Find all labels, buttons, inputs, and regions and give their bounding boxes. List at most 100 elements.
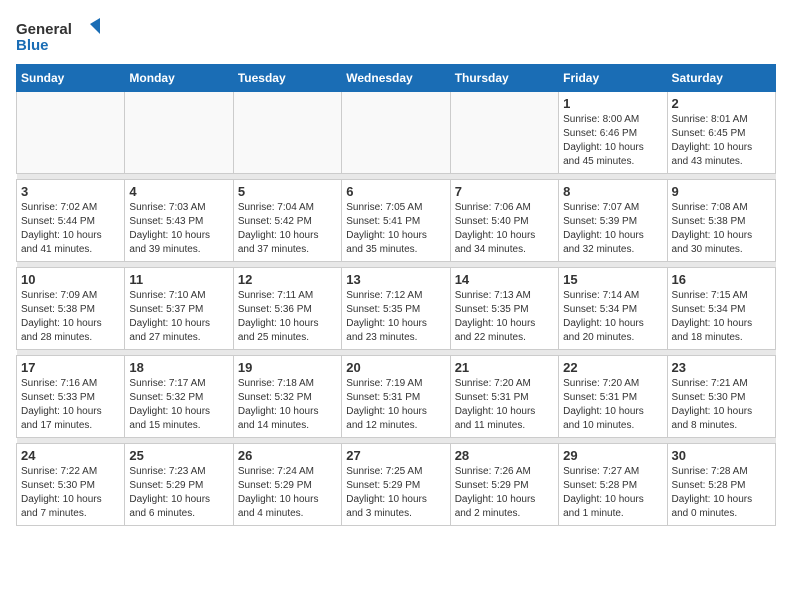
- day-number: 17: [21, 360, 120, 375]
- calendar-day-cell: 4 Sunrise: 7:03 AM Sunset: 5:43 PM Daylig…: [125, 180, 233, 262]
- calendar-day-cell: 2 Sunrise: 8:01 AM Sunset: 6:45 PM Daylig…: [667, 92, 775, 174]
- calendar-day-cell: 29 Sunrise: 7:27 AM Sunset: 5:28 PM Dayli…: [559, 444, 667, 526]
- day-number: 26: [238, 448, 337, 463]
- day-detail: Sunrise: 7:05 AM Sunset: 5:41 PM Dayligh…: [346, 201, 445, 257]
- calendar-day-cell: [450, 92, 558, 174]
- calendar-day-cell: 18 Sunrise: 7:17 AM Sunset: 5:32 PM Dayli…: [125, 356, 233, 438]
- day-number: 3: [21, 184, 120, 199]
- day-detail: Sunrise: 7:13 AM Sunset: 5:35 PM Dayligh…: [455, 289, 554, 345]
- day-detail: Sunrise: 8:00 AM Sunset: 6:46 PM Dayligh…: [563, 113, 662, 169]
- weekday-header: Monday: [125, 65, 233, 92]
- day-number: 6: [346, 184, 445, 199]
- calendar-week-row: 24 Sunrise: 7:22 AM Sunset: 5:30 PM Dayli…: [17, 444, 776, 526]
- day-detail: Sunrise: 7:08 AM Sunset: 5:38 PM Dayligh…: [672, 201, 771, 257]
- calendar-day-cell: 7 Sunrise: 7:06 AM Sunset: 5:40 PM Daylig…: [450, 180, 558, 262]
- calendar-week-row: 3 Sunrise: 7:02 AM Sunset: 5:44 PM Daylig…: [17, 180, 776, 262]
- weekday-header: Thursday: [450, 65, 558, 92]
- day-detail: Sunrise: 7:28 AM Sunset: 5:28 PM Dayligh…: [672, 465, 771, 521]
- calendar-day-cell: 21 Sunrise: 7:20 AM Sunset: 5:31 PM Dayli…: [450, 356, 558, 438]
- weekday-header: Wednesday: [342, 65, 450, 92]
- day-number: 9: [672, 184, 771, 199]
- weekday-header: Sunday: [17, 65, 125, 92]
- day-detail: Sunrise: 7:12 AM Sunset: 5:35 PM Dayligh…: [346, 289, 445, 345]
- day-number: 7: [455, 184, 554, 199]
- day-detail: Sunrise: 7:21 AM Sunset: 5:30 PM Dayligh…: [672, 377, 771, 433]
- weekday-header: Tuesday: [233, 65, 341, 92]
- calendar-day-cell: 6 Sunrise: 7:05 AM Sunset: 5:41 PM Daylig…: [342, 180, 450, 262]
- weekday-header: Friday: [559, 65, 667, 92]
- day-number: 4: [129, 184, 228, 199]
- calendar-day-cell: 30Sunrise: 7:28 AM Sunset: 5:28 PM Dayli…: [667, 444, 775, 526]
- day-detail: Sunrise: 7:16 AM Sunset: 5:33 PM Dayligh…: [21, 377, 120, 433]
- day-number: 14: [455, 272, 554, 287]
- calendar-day-cell: 25Sunrise: 7:23 AM Sunset: 5:29 PM Dayli…: [125, 444, 233, 526]
- calendar-day-cell: 22Sunrise: 7:20 AM Sunset: 5:31 PM Dayli…: [559, 356, 667, 438]
- calendar-day-cell: [125, 92, 233, 174]
- day-detail: Sunrise: 7:03 AM Sunset: 5:43 PM Dayligh…: [129, 201, 228, 257]
- day-number: 19: [238, 360, 337, 375]
- day-detail: Sunrise: 7:07 AM Sunset: 5:39 PM Dayligh…: [563, 201, 662, 257]
- day-detail: Sunrise: 7:02 AM Sunset: 5:44 PM Dayligh…: [21, 201, 120, 257]
- calendar-header-row: SundayMondayTuesdayWednesdayThursdayFrid…: [17, 65, 776, 92]
- calendar-day-cell: 13 Sunrise: 7:12 AM Sunset: 5:35 PM Dayli…: [342, 268, 450, 350]
- calendar-day-cell: 15Sunrise: 7:14 AM Sunset: 5:34 PM Dayli…: [559, 268, 667, 350]
- calendar-day-cell: 16Sunrise: 7:15 AM Sunset: 5:34 PM Dayli…: [667, 268, 775, 350]
- svg-text:General: General: [16, 21, 72, 38]
- day-number: 28: [455, 448, 554, 463]
- day-detail: Sunrise: 7:17 AM Sunset: 5:32 PM Dayligh…: [129, 377, 228, 433]
- day-detail: Sunrise: 7:10 AM Sunset: 5:37 PM Dayligh…: [129, 289, 228, 345]
- calendar-day-cell: 27 Sunrise: 7:25 AM Sunset: 5:29 PM Dayli…: [342, 444, 450, 526]
- day-number: 27: [346, 448, 445, 463]
- calendar-day-cell: 3 Sunrise: 7:02 AM Sunset: 5:44 PM Daylig…: [17, 180, 125, 262]
- day-number: 24: [21, 448, 120, 463]
- day-number: 12: [238, 272, 337, 287]
- day-number: 13: [346, 272, 445, 287]
- day-number: 2: [672, 96, 771, 111]
- day-detail: Sunrise: 7:25 AM Sunset: 5:29 PM Dayligh…: [346, 465, 445, 521]
- day-number: 10: [21, 272, 120, 287]
- day-detail: Sunrise: 7:06 AM Sunset: 5:40 PM Dayligh…: [455, 201, 554, 257]
- day-detail: Sunrise: 8:01 AM Sunset: 6:45 PM Dayligh…: [672, 113, 771, 169]
- day-detail: Sunrise: 7:27 AM Sunset: 5:28 PM Dayligh…: [563, 465, 662, 521]
- day-number: 21: [455, 360, 554, 375]
- calendar-day-cell: 1 Sunrise: 8:00 AM Sunset: 6:46 PM Daylig…: [559, 92, 667, 174]
- day-number: 1: [563, 96, 662, 111]
- day-detail: Sunrise: 7:22 AM Sunset: 5:30 PM Dayligh…: [21, 465, 120, 521]
- day-number: 29: [563, 448, 662, 463]
- calendar-day-cell: 28Sunrise: 7:26 AM Sunset: 5:29 PM Dayli…: [450, 444, 558, 526]
- calendar-day-cell: 19 Sunrise: 7:18 AM Sunset: 5:32 PM Dayli…: [233, 356, 341, 438]
- calendar-day-cell: 20 Sunrise: 7:19 AM Sunset: 5:31 PM Dayli…: [342, 356, 450, 438]
- calendar-day-cell: 14 Sunrise: 7:13 AM Sunset: 5:35 PM Dayli…: [450, 268, 558, 350]
- calendar-day-cell: 24 Sunrise: 7:22 AM Sunset: 5:30 PM Dayli…: [17, 444, 125, 526]
- calendar-day-cell: 26 Sunrise: 7:24 AM Sunset: 5:29 PM Dayli…: [233, 444, 341, 526]
- weekday-header: Saturday: [667, 65, 775, 92]
- calendar-day-cell: 9 Sunrise: 7:08 AM Sunset: 5:38 PM Daylig…: [667, 180, 775, 262]
- day-detail: Sunrise: 7:04 AM Sunset: 5:42 PM Dayligh…: [238, 201, 337, 257]
- day-detail: Sunrise: 7:19 AM Sunset: 5:31 PM Dayligh…: [346, 377, 445, 433]
- day-detail: Sunrise: 7:09 AM Sunset: 5:38 PM Dayligh…: [21, 289, 120, 345]
- calendar-day-cell: [17, 92, 125, 174]
- day-number: 15: [563, 272, 662, 287]
- logo: General Blue: [16, 16, 106, 56]
- calendar-day-cell: 5Sunrise: 7:04 AM Sunset: 5:42 PM Daylig…: [233, 180, 341, 262]
- day-number: 16: [672, 272, 771, 287]
- logo-svg: General Blue: [16, 16, 106, 56]
- calendar-day-cell: 12Sunrise: 7:11 AM Sunset: 5:36 PM Dayli…: [233, 268, 341, 350]
- calendar-day-cell: 11Sunrise: 7:10 AM Sunset: 5:37 PM Dayli…: [125, 268, 233, 350]
- calendar-week-row: 1 Sunrise: 8:00 AM Sunset: 6:46 PM Daylig…: [17, 92, 776, 174]
- day-detail: Sunrise: 7:20 AM Sunset: 5:31 PM Dayligh…: [455, 377, 554, 433]
- calendar-day-cell: 10 Sunrise: 7:09 AM Sunset: 5:38 PM Dayli…: [17, 268, 125, 350]
- calendar-day-cell: 8Sunrise: 7:07 AM Sunset: 5:39 PM Daylig…: [559, 180, 667, 262]
- calendar-day-cell: [342, 92, 450, 174]
- calendar-week-row: 17 Sunrise: 7:16 AM Sunset: 5:33 PM Dayli…: [17, 356, 776, 438]
- day-number: 20: [346, 360, 445, 375]
- day-number: 18: [129, 360, 228, 375]
- day-number: 22: [563, 360, 662, 375]
- svg-text:Blue: Blue: [16, 37, 49, 54]
- day-number: 25: [129, 448, 228, 463]
- day-detail: Sunrise: 7:18 AM Sunset: 5:32 PM Dayligh…: [238, 377, 337, 433]
- calendar: SundayMondayTuesdayWednesdayThursdayFrid…: [16, 64, 776, 526]
- calendar-day-cell: 23Sunrise: 7:21 AM Sunset: 5:30 PM Dayli…: [667, 356, 775, 438]
- day-detail: Sunrise: 7:24 AM Sunset: 5:29 PM Dayligh…: [238, 465, 337, 521]
- calendar-day-cell: 17 Sunrise: 7:16 AM Sunset: 5:33 PM Dayli…: [17, 356, 125, 438]
